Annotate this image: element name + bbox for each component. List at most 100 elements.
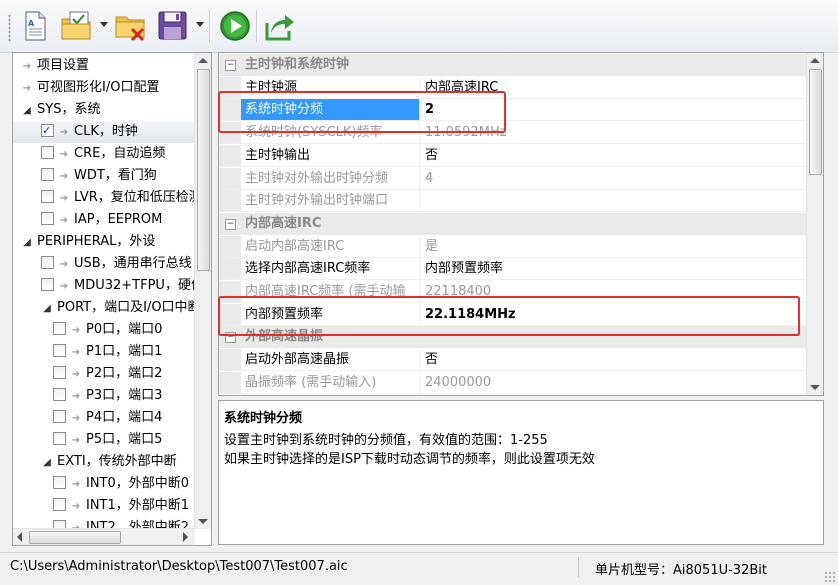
run-button[interactable] bbox=[218, 9, 252, 43]
collapse-icon[interactable]: − bbox=[225, 60, 236, 71]
tree-item-checkbox[interactable] bbox=[53, 322, 66, 335]
tree-item-label: LVR，复位和低压检测 bbox=[74, 190, 202, 205]
tree-item[interactable]: ➔ 项目设置 bbox=[13, 55, 195, 77]
mcu-model: 单片机型号：Ai8051U-32Bit bbox=[595, 563, 767, 578]
tree-item-checkbox[interactable] bbox=[41, 212, 54, 225]
grid-property-row[interactable]: 晶振频率 (需手动输入) 24000000 bbox=[219, 371, 807, 394]
tree-item[interactable]: ➔ USB，通用串行总线 bbox=[13, 253, 195, 275]
tree-hscroll-thumb[interactable] bbox=[29, 531, 121, 544]
tree-item[interactable]: ◢ SYS，系统 bbox=[13, 99, 195, 121]
expanded-arrow-icon[interactable]: ◢ bbox=[21, 232, 33, 254]
tree-item[interactable]: ➔ P4口，端口4 bbox=[13, 407, 195, 429]
property-value[interactable]: 内部预置频率 bbox=[419, 258, 807, 281]
grid-property-row[interactable]: 选择内部高速IRC频率 内部预置频率 bbox=[219, 258, 807, 281]
tree-vertical-scrollbar[interactable] bbox=[194, 53, 211, 529]
tree-item-label: P0口，端口0 bbox=[86, 322, 163, 337]
tree-item-checkbox[interactable] bbox=[41, 278, 54, 291]
tree-item-checkbox[interactable] bbox=[53, 366, 66, 379]
property-value[interactable] bbox=[419, 190, 807, 213]
tree-item[interactable]: ➔ P2口，端口2 bbox=[13, 363, 195, 385]
scroll-down-icon[interactable] bbox=[198, 519, 208, 524]
grid-property-row[interactable]: 主时钟对外输出时钟分频 4 bbox=[219, 167, 807, 190]
tree-item[interactable]: ➔ P3口，端口3 bbox=[13, 385, 195, 407]
scroll-up-icon[interactable] bbox=[198, 58, 208, 63]
scroll-up-icon[interactable] bbox=[810, 58, 820, 63]
tree-item-checkbox[interactable] bbox=[53, 498, 66, 511]
export-button[interactable] bbox=[263, 9, 297, 43]
status-separator bbox=[578, 557, 579, 577]
close-file-button[interactable] bbox=[114, 9, 148, 43]
new-document-button[interactable]: A bbox=[18, 9, 52, 43]
scroll-down-icon[interactable] bbox=[810, 385, 820, 390]
property-value[interactable]: 是 bbox=[419, 235, 807, 258]
toolbar: A bbox=[0, 0, 838, 53]
resize-grip-icon[interactable] bbox=[824, 571, 836, 583]
tree-item[interactable]: ➔ MDU32+TFPU，硬件 bbox=[13, 275, 204, 297]
scroll-right-icon[interactable] bbox=[183, 532, 188, 542]
tree-item[interactable]: ➔ P1口，端口1 bbox=[13, 341, 195, 363]
grid-property-row[interactable]: 启动外部高速晶振否 bbox=[219, 349, 807, 372]
leaf-arrow-icon: ➔ bbox=[59, 259, 69, 270]
grid-scroll-thumb[interactable] bbox=[809, 69, 822, 175]
expanded-arrow-icon[interactable]: ◢ bbox=[21, 100, 33, 122]
property-value[interactable]: 24000000 bbox=[419, 371, 807, 394]
tree-item[interactable]: ➔ INT1，外部中断1 bbox=[13, 495, 195, 517]
tree-item[interactable]: ➔ CLK，时钟 bbox=[13, 120, 195, 143]
grid-vertical-scrollbar[interactable] bbox=[806, 53, 823, 395]
tree-item-checkbox[interactable] bbox=[53, 410, 66, 423]
tree-item-label: P3口，端口3 bbox=[86, 388, 163, 403]
tree-item-checkbox[interactable] bbox=[53, 388, 66, 401]
tree-item-checkbox[interactable] bbox=[41, 190, 54, 203]
navigation-tree[interactable]: ➔INT2，外部中断2➔INT1，外部中断1➔INT0，外部中断0◢EXTI，传… bbox=[12, 52, 212, 546]
scroll-left-icon[interactable] bbox=[17, 532, 22, 542]
toolbar-grip[interactable] bbox=[8, 14, 11, 42]
property-value[interactable]: 否 bbox=[419, 349, 807, 372]
grid-property-row[interactable]: 主时钟输出否 bbox=[219, 144, 807, 167]
save-dropdown-arrow[interactable] bbox=[196, 22, 204, 27]
tree-item-checkbox[interactable] bbox=[53, 476, 66, 489]
tree-item[interactable]: ➔ P5口，端口5 bbox=[13, 429, 195, 451]
grid-category[interactable]: − 主时钟和系统时钟 bbox=[219, 54, 807, 76]
tree-item-label: PERIPHERAL，外设 bbox=[37, 234, 156, 249]
save-icon bbox=[158, 11, 187, 40]
tree-item[interactable]: ➔ CRE，自动追频 bbox=[13, 143, 195, 165]
tree-scroll-thumb[interactable] bbox=[197, 69, 210, 271]
tree-item[interactable]: ◢ PORT，端口及I/O口中断 bbox=[13, 297, 200, 320]
tree-item[interactable]: ➔ 可视图形化I/O口配置 bbox=[13, 77, 195, 99]
tree-item[interactable]: ➔ P0口，端口0 bbox=[13, 319, 195, 341]
property-name: 主时钟输出 bbox=[219, 144, 419, 167]
tree-item[interactable]: ◢ EXTI，传统外部中断 bbox=[13, 451, 195, 473]
tree-item[interactable]: ➔ IAP，EEPROM bbox=[13, 209, 195, 231]
tree-item[interactable]: ➔ LVR，复位和低压检测 bbox=[13, 187, 202, 209]
grid-category[interactable]: − 内部高速IRC bbox=[219, 212, 807, 235]
annotation-highlight-box bbox=[218, 91, 506, 133]
open-dropdown-arrow[interactable] bbox=[100, 22, 108, 27]
tree-item-checkbox[interactable] bbox=[41, 146, 54, 159]
tree-item-label: MDU32+TFPU，硬件 bbox=[74, 278, 204, 293]
property-name: 晶振频率 (需手动输入) bbox=[219, 371, 419, 394]
tree-item-checkbox[interactable] bbox=[41, 120, 54, 142]
grid-category-label: 内部高速IRC bbox=[245, 215, 322, 231]
grid-property-row[interactable]: 主时钟对外输出时钟端口 bbox=[219, 190, 807, 213]
description-line: 如果主时钟选择的是ISP下载时动态调节的频率，则此设置项无效 bbox=[224, 452, 595, 467]
tree-item-checkbox[interactable] bbox=[53, 432, 66, 445]
grid-property-row[interactable]: 启动内部高速IRC 是 bbox=[219, 235, 807, 258]
open-folder-button[interactable] bbox=[60, 9, 94, 43]
tree-item-checkbox[interactable] bbox=[41, 256, 54, 269]
collapse-icon[interactable]: − bbox=[225, 218, 236, 230]
tree-item[interactable]: ➔ WDT，看门狗 bbox=[13, 165, 195, 187]
tree-item-label: CLK，时钟 bbox=[74, 124, 138, 139]
expanded-arrow-icon[interactable]: ◢ bbox=[41, 298, 53, 320]
tree-item-checkbox[interactable] bbox=[41, 168, 54, 181]
tree-horizontal-scrollbar[interactable] bbox=[13, 528, 195, 545]
leaf-arrow-icon: ➔ bbox=[71, 369, 81, 380]
leaf-arrow-icon: ➔ bbox=[59, 149, 69, 160]
property-name: 启动外部高速晶振 bbox=[219, 349, 419, 372]
save-button[interactable] bbox=[156, 9, 190, 43]
property-value[interactable]: 4 bbox=[419, 167, 807, 190]
tree-item-checkbox[interactable] bbox=[53, 344, 66, 357]
expanded-arrow-icon[interactable]: ◢ bbox=[41, 452, 53, 474]
tree-item[interactable]: ◢ PERIPHERAL，外设 bbox=[13, 231, 195, 253]
tree-item[interactable]: ➔ INT0，外部中断0 bbox=[13, 473, 195, 495]
property-value[interactable]: 否 bbox=[419, 144, 807, 167]
